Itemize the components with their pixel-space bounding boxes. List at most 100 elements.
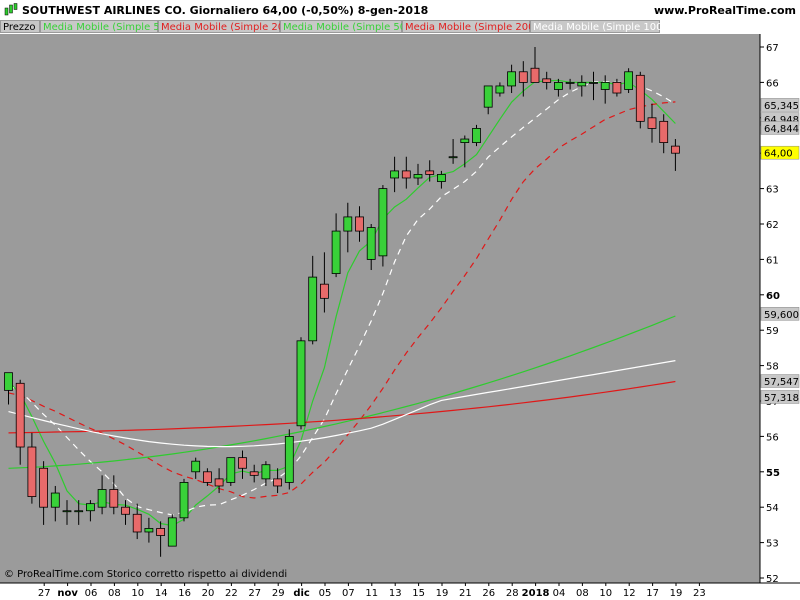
candle-body [518,71,528,83]
y-tick-label: 56 [766,432,779,443]
candle-body [554,82,563,90]
candle-body [390,170,400,179]
copyright-note: © ProRealTime.com Storico corretto rispe… [4,569,288,580]
x-tick-label: 08 [576,588,589,599]
x-tick-label: 29 [272,588,285,599]
y-tick-label: 67 [766,43,779,54]
x-tick-label: 27 [248,588,261,599]
value-label: 64,00 [764,149,793,160]
candle-body [647,117,657,129]
x-tick-label: 10 [131,588,144,599]
candle-body [261,464,271,480]
x-tick-label: 06 [85,588,98,599]
candle-body [378,188,388,257]
candle-body [97,489,107,508]
price-chart[interactable]: 5253545556575859606162636465666727nov060… [0,0,800,600]
candle-body [659,120,669,143]
x-tick-label: 2018 [522,588,550,599]
candle-body [202,471,212,483]
candle-body [635,74,645,122]
y-tick-label: 58 [766,362,779,373]
candle-body [366,227,376,260]
x-tick-label: 14 [155,588,168,599]
candle-body [542,78,552,83]
y-tick-label: 63 [766,185,779,196]
x-tick-label: 28 [506,588,519,599]
candle-body [495,85,505,94]
y-tick-label: 66 [766,78,779,89]
chart-root: SOUTHWEST AIRLINES CO. Giornaliero 64,00… [0,0,800,600]
candle-body [191,460,201,473]
candle-body [4,372,13,391]
candle-body [62,510,72,513]
candle-body [483,85,493,108]
candle-body [50,492,60,508]
x-tick-label: 26 [482,588,495,599]
candle-body [460,138,470,143]
x-tick-label: 11 [365,588,378,599]
candle-body [577,82,587,87]
x-tick-label: 16 [178,588,191,599]
x-tick-label: 05 [319,588,332,599]
candle-body [284,435,294,483]
x-tick-label: 19 [436,588,449,599]
y-tick-label: 52 [766,574,779,585]
candle-body [600,82,610,90]
x-tick-label: 15 [412,588,425,599]
candle-body [448,156,458,159]
candle[interactable] [472,124,481,147]
candle-body [86,503,95,512]
candle-body [413,174,423,179]
candle-body [144,528,154,533]
candle-body [27,446,37,497]
candle-body [167,517,177,547]
candle[interactable] [179,478,189,522]
candle[interactable] [284,429,294,490]
y-tick-label: 60 [766,291,780,302]
x-tick-label: 17 [646,588,659,599]
x-tick-label: dic [293,588,310,599]
candle-body [331,230,341,274]
x-tick-label: 04 [553,588,566,599]
candle-body [214,478,224,487]
value-label: 65,345 [764,101,799,112]
candle-body [589,82,598,84]
candle-body [109,489,119,508]
x-tick-label: nov [57,588,78,599]
candle-body [472,128,481,143]
value-label: 59,600 [764,310,799,321]
x-tick-label: 20 [202,588,215,599]
y-tick-label: 53 [766,539,779,550]
candle-body [319,283,329,299]
candle-body [39,467,48,508]
y-tick-label: 61 [766,255,779,266]
candle[interactable] [624,68,633,94]
x-tick-label: 13 [389,588,402,599]
candle-body [132,513,142,533]
candle[interactable] [635,71,645,129]
candle-body [507,71,517,87]
candle-body [15,382,25,448]
candle[interactable] [226,457,236,486]
candle-body [425,170,435,175]
x-tick-label: 07 [342,588,355,599]
x-tick-label: 19 [670,588,683,599]
x-tick-label: 08 [108,588,121,599]
candle-body [565,82,575,84]
x-tick-label: 12 [623,588,636,599]
candle-body [238,457,247,469]
candle-body [296,340,306,427]
candle-body [226,457,236,483]
y-tick-label: 62 [766,220,779,231]
candle-body [355,216,364,232]
candle-body [612,82,622,94]
candle[interactable] [167,514,177,547]
candle-body [343,216,353,232]
candle[interactable] [296,337,306,430]
candle[interactable] [378,185,388,267]
candle-body [179,482,189,519]
candle-body [74,510,84,513]
candle-body [401,170,411,179]
candle-body [249,471,259,476]
x-tick-label: 23 [693,588,706,599]
